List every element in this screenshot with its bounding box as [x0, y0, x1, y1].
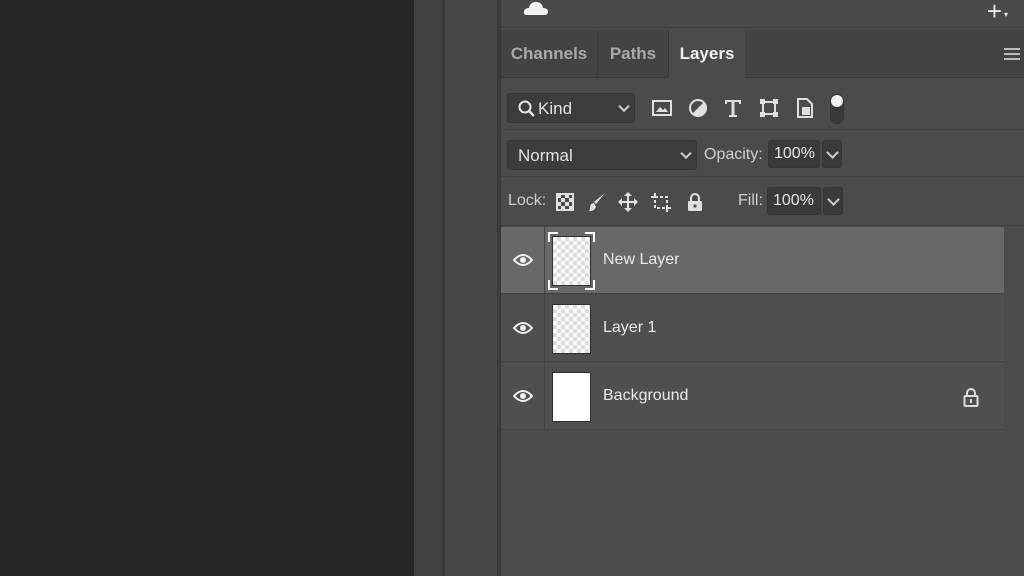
adjustment-filter-icon[interactable] [688, 97, 708, 119]
panel-tabbar: Channels Paths Layers [501, 30, 1024, 79]
eye-icon [513, 254, 533, 266]
layer-name: Layer 1 [603, 319, 657, 336]
type-filter-icon[interactable] [723, 97, 743, 119]
fill-input[interactable]: 100% [767, 187, 821, 215]
panel-topbar: + ▾ [501, 0, 1024, 28]
filter-toggle[interactable] [830, 94, 844, 124]
blend-mode-value: Normal [518, 146, 573, 165]
lock-all-icon[interactable] [685, 191, 705, 213]
collapsed-panel-dock [445, 0, 497, 576]
add-panel-icon[interactable]: + [987, 0, 1002, 24]
search-icon [518, 100, 535, 117]
chevron-down-icon [618, 100, 630, 113]
tab-channels[interactable]: Channels [501, 30, 597, 78]
kind-filter-select[interactable]: Kind [507, 93, 635, 123]
opacity-input[interactable]: 100% [768, 140, 820, 168]
layer-row-new-layer[interactable]: New Layer [501, 227, 1004, 294]
fill-dropdown-button[interactable] [823, 187, 843, 215]
fill-label: Fill: [738, 192, 763, 209]
lock-icon[interactable] [963, 387, 979, 407]
visibility-toggle[interactable] [501, 227, 545, 294]
layer-row-layer-1[interactable]: Layer 1 [501, 295, 1004, 362]
lock-row: Lock: Fill: 100% [501, 178, 1024, 226]
chevron-down-icon [680, 147, 692, 160]
lock-label: Lock: [508, 192, 547, 209]
eye-icon [513, 390, 533, 402]
kind-label: Kind [538, 99, 573, 118]
lock-position-icon[interactable] [618, 191, 638, 213]
lock-image-pixels-icon[interactable] [587, 191, 607, 213]
layer-name: Background [603, 387, 689, 404]
image-filter-icon[interactable] [652, 97, 672, 119]
shape-filter-icon[interactable] [759, 97, 779, 119]
blend-mode-select[interactable]: Normal [507, 140, 697, 170]
selection-frame-icon [548, 232, 595, 290]
chevron-down-icon: ▾ [1003, 10, 1008, 19]
toggle-knob [831, 95, 843, 107]
opacity-label: Opacity: [704, 146, 763, 163]
tab-layers[interactable]: Layers [669, 30, 745, 79]
opacity-dropdown-button[interactable] [822, 140, 842, 168]
layer-row-background[interactable]: Background [501, 363, 1004, 430]
eye-icon [513, 322, 533, 334]
layer-name: New Layer [603, 251, 680, 268]
tab-paths[interactable]: Paths [598, 30, 668, 78]
layers-panel: + ▾ Channels Paths Layers Kind Normal Op… [501, 0, 1024, 576]
cloud-icon[interactable] [523, 0, 549, 16]
toolbar-strip [414, 0, 442, 576]
layer-thumbnail [552, 304, 591, 354]
canvas-area [0, 0, 414, 576]
filter-row: Kind [501, 80, 1024, 130]
blend-row: Normal Opacity: 100% [501, 131, 1024, 177]
panel-menu-icon[interactable] [1004, 48, 1020, 60]
lock-transparent-pixels-icon[interactable] [555, 191, 575, 213]
visibility-toggle[interactable] [501, 363, 545, 430]
smart-object-filter-icon[interactable] [795, 97, 815, 119]
visibility-toggle[interactable] [501, 295, 545, 362]
layer-thumbnail [552, 372, 591, 422]
lock-artboard-icon[interactable] [651, 191, 671, 213]
